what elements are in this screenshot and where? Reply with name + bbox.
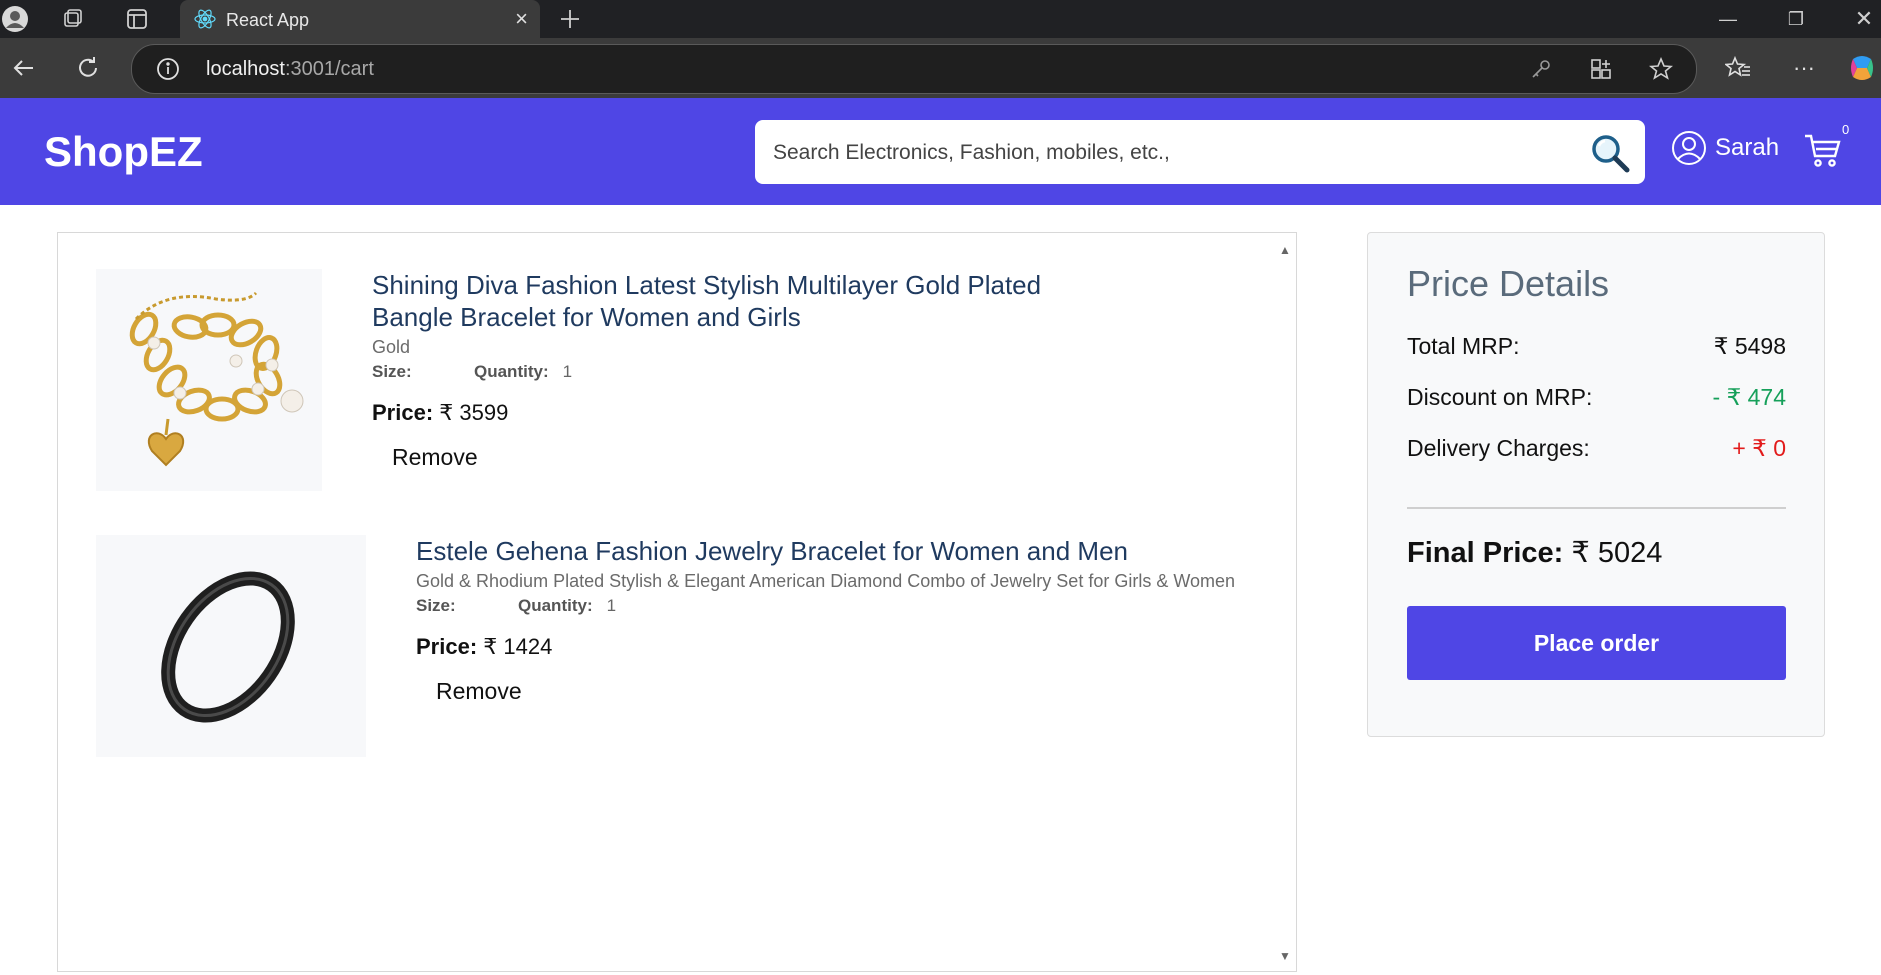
total-mrp-value: ₹ 5498 <box>1713 333 1786 359</box>
search-bar <box>755 120 1645 186</box>
cart-items-panel: ▲ Shining Diva Fashion Latest Stylish Mu… <box>57 232 1297 972</box>
price-details-title: Price Details <box>1407 263 1610 304</box>
delivery-row: Delivery Charges: + ₹ 0 <box>1407 435 1786 461</box>
url-text: localhost:3001/cart <box>206 58 374 80</box>
site-info-icon[interactable] <box>156 57 180 86</box>
item-details: Shining Diva Fashion Latest Stylish Mult… <box>372 269 1092 475</box>
react-logo-icon <box>194 8 216 35</box>
favorite-star-icon[interactable] <box>1646 54 1676 84</box>
new-tab-icon[interactable] <box>555 4 585 34</box>
user-profile-link[interactable]: Sarah <box>1671 130 1779 166</box>
delivery-value: + ₹ 0 <box>1732 435 1786 461</box>
restore-icon[interactable]: ❐ <box>1766 0 1826 38</box>
app-available-icon[interactable] <box>1586 54 1616 84</box>
product-image[interactable] <box>96 535 366 757</box>
browser-address-bar: localhost:3001/cart ··· <box>0 38 1881 98</box>
place-order-button[interactable]: Place order <box>1407 606 1786 680</box>
tab-actions-icon[interactable] <box>122 4 152 34</box>
profile-icon[interactable] <box>0 4 30 34</box>
close-tab-icon[interactable]: × <box>515 6 528 32</box>
item-meta: Size: Quantity: 1 <box>416 596 1246 616</box>
product-image[interactable] <box>96 269 322 491</box>
address-input[interactable]: localhost:3001/cart <box>131 44 1697 94</box>
close-window-icon[interactable]: ✕ <box>1834 0 1881 38</box>
app-header: ShopEZ Sarah 0 <box>0 98 1881 205</box>
search-icon[interactable] <box>1589 132 1631 174</box>
discount-row: Discount on MRP: - ₹ 474 <box>1407 384 1786 410</box>
remove-button[interactable]: Remove <box>392 440 478 475</box>
product-title[interactable]: Estele Gehena Fashion Jewelry Bracelet f… <box>416 535 1246 567</box>
more-menu-icon[interactable]: ··· <box>1786 50 1822 86</box>
product-description: Gold & Rhodium Plated Stylish & Elegant … <box>416 571 1236 591</box>
product-title[interactable]: Shining Diva Fashion Latest Stylish Mult… <box>372 269 1092 333</box>
copilot-icon[interactable] <box>1844 50 1880 86</box>
remove-button[interactable]: Remove <box>436 674 522 709</box>
cart-icon[interactable] <box>1803 130 1843 170</box>
product-description: Gold <box>372 337 411 357</box>
price-details-panel: Price Details Total MRP: ₹ 5498 Discount… <box>1367 232 1825 737</box>
divider <box>1407 507 1786 509</box>
password-key-icon[interactable] <box>1526 54 1556 84</box>
reload-icon[interactable] <box>70 50 106 86</box>
user-name: Sarah <box>1715 134 1780 161</box>
size-info: Size: <box>416 596 456 615</box>
minimize-icon[interactable]: — <box>1698 0 1758 38</box>
browser-tab-bar: React App × — ❐ ✕ <box>0 0 1881 38</box>
brand-logo[interactable]: ShopEZ <box>44 128 203 176</box>
tab-title: React App <box>226 10 310 30</box>
item-price: Price: ₹ 1424 <box>416 634 553 659</box>
item-details: Estele Gehena Fashion Jewelry Bracelet f… <box>416 535 1246 709</box>
back-icon[interactable] <box>6 50 42 86</box>
size-info: Size: <box>372 362 412 381</box>
workspaces-icon[interactable] <box>58 4 88 34</box>
user-avatar-icon <box>1672 131 1706 165</box>
search-input[interactable] <box>771 120 1555 186</box>
quantity-info: Quantity: 1 <box>474 362 573 381</box>
cart-count-badge: 0 <box>1842 122 1850 137</box>
item-price: Price: ₹ 3599 <box>372 400 509 425</box>
total-mrp-row: Total MRP: ₹ 5498 <box>1407 333 1786 359</box>
tab-react-app[interactable]: React App × <box>180 0 540 38</box>
quantity-info: Quantity: 1 <box>518 596 617 615</box>
scroll-up-arrow-icon[interactable]: ▲ <box>1278 243 1292 257</box>
discount-value: - ₹ 474 <box>1712 384 1786 410</box>
item-meta: Size: Quantity: 1 <box>372 362 1092 382</box>
favorites-icon[interactable] <box>1720 50 1756 86</box>
final-price: Final Price: ₹ 5024 <box>1407 537 1663 569</box>
scroll-down-arrow-icon[interactable]: ▼ <box>1278 949 1292 963</box>
